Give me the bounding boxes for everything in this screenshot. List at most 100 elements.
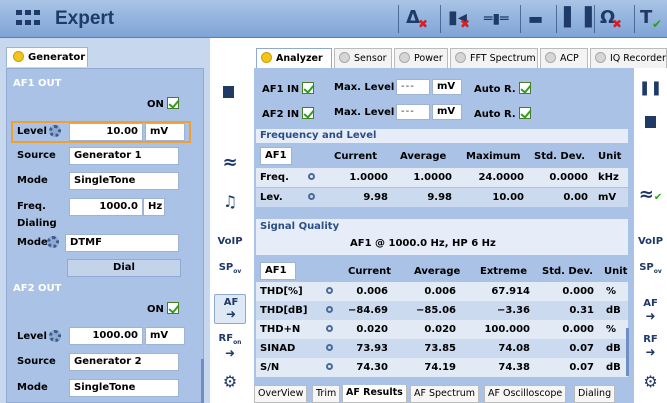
music-note-icon[interactable]: ♫ xyxy=(214,192,246,211)
checkbox-icon[interactable] xyxy=(302,107,315,119)
delta-x-icon[interactable]: Δ ✖ xyxy=(406,7,434,31)
max-level-unit[interactable]: mV xyxy=(432,104,462,120)
max-level-unit[interactable]: mV xyxy=(432,79,462,95)
auto-range-toggle[interactable]: Auto R. xyxy=(474,82,531,95)
gear-icon[interactable] xyxy=(49,330,61,342)
tab-trim[interactable]: Trim xyxy=(312,385,341,403)
voip-icon[interactable]: VoIP xyxy=(634,236,667,247)
mode2-select[interactable]: SingleTone xyxy=(69,379,179,397)
mode-select[interactable]: SingleTone xyxy=(69,172,179,190)
level-unit[interactable]: mV xyxy=(145,123,185,141)
tc-icon[interactable]: T ✔ xyxy=(640,7,667,31)
level2-input[interactable]: 1000.00 xyxy=(69,327,143,345)
freq-level-channel-select[interactable]: AF1 xyxy=(260,147,292,165)
level2-unit[interactable]: mV xyxy=(145,327,185,345)
tab-af-oscilloscope[interactable]: AF Oscilloscope xyxy=(484,385,567,403)
freq-input[interactable]: 1000.0 xyxy=(69,198,143,216)
signal-quality-channel-select[interactable]: AF1 xyxy=(260,262,296,280)
max-level-input[interactable]: --- xyxy=(396,79,430,95)
tab-fft-spectrum[interactable]: FFT Spectrum xyxy=(450,48,538,68)
checkbox-icon[interactable] xyxy=(302,82,315,94)
row-label: THD[dB] xyxy=(260,305,308,316)
cell-average: 73.85 xyxy=(424,343,456,354)
tab-iq-recorder[interactable]: IQ Recorder xyxy=(590,48,667,68)
cell-current: −84.69 xyxy=(347,305,388,316)
rf-label: RF xyxy=(218,333,234,344)
reset-icon[interactable] xyxy=(326,325,333,332)
column-header: Current xyxy=(334,151,378,162)
af-icon[interactable]: AF ➜ xyxy=(634,298,667,323)
cell-std-dev: 0.000 xyxy=(562,324,594,335)
scrollbar[interactable] xyxy=(201,359,204,403)
wave-icon[interactable]: ≈ xyxy=(214,152,246,173)
af2-in-toggle[interactable]: AF2 IN xyxy=(262,107,315,120)
cell-extreme: 100.000 xyxy=(484,324,530,335)
wave-check-icon[interactable]: ≈✔ xyxy=(634,184,667,205)
generator-side-toolbar: ≈ ♫ VoIP SPov AF ➜ RFon ➜ ⚙ xyxy=(212,38,248,403)
checkbox-icon[interactable] xyxy=(166,302,179,314)
table-row: SINAD 73.93 73.85 74.08 0.07 dB xyxy=(256,339,628,358)
voip-icon[interactable]: VoIP xyxy=(214,236,246,247)
tab-af-results[interactable]: AF Results xyxy=(342,385,407,403)
cell-current: 73.93 xyxy=(356,343,388,354)
tab-label: Analyzer xyxy=(276,53,323,64)
folder-icon[interactable]: ▬ xyxy=(528,9,548,33)
row-label: SINAD xyxy=(260,343,296,354)
pause-icon[interactable]: ❚❚ xyxy=(634,80,667,96)
tab-sensor[interactable]: Sensor xyxy=(334,48,392,68)
gear-icon[interactable] xyxy=(49,125,61,137)
stop-icon[interactable] xyxy=(223,86,234,98)
af1-in-toggle[interactable]: AF1 IN xyxy=(262,82,315,95)
tab-power[interactable]: Power xyxy=(394,48,448,68)
stop-icon[interactable] xyxy=(645,116,656,128)
tab-analyzer[interactable]: Analyzer xyxy=(256,48,332,68)
dial-button[interactable]: Dial xyxy=(67,259,181,277)
sp-icon[interactable]: SPov xyxy=(634,262,667,275)
freq-unit[interactable]: Hz xyxy=(143,198,165,216)
slider-icon[interactable]: ═▮═ xyxy=(484,11,514,35)
sp-icon[interactable]: SPov xyxy=(214,262,246,275)
tab-dialing[interactable]: Dialing xyxy=(574,385,616,403)
tab-af-spectrum[interactable]: AF Spectrum xyxy=(410,385,480,403)
af-icon[interactable]: AF ➜ xyxy=(214,294,246,324)
settings-gears-icon[interactable]: ⚙ xyxy=(634,372,667,391)
generator-panel: Generator AF1 OUT ON Level 10.00 mV Sour… xyxy=(0,38,210,403)
column-header: Average xyxy=(414,266,461,277)
reset-icon[interactable] xyxy=(326,363,333,370)
ohm-icon[interactable]: Ω ✖ xyxy=(600,7,628,31)
af2-on-toggle[interactable]: ON xyxy=(147,302,179,315)
columns-icon[interactable]: ▌▐ xyxy=(564,7,592,31)
arrow-icon: ➜ xyxy=(225,307,237,321)
cell-current: 0.020 xyxy=(356,324,388,335)
scrollbar[interactable] xyxy=(626,328,629,376)
gear-icon[interactable] xyxy=(47,236,59,248)
reset-icon[interactable] xyxy=(326,287,333,294)
checkbox-icon[interactable] xyxy=(518,107,531,119)
cell-maximum: 24.0000 xyxy=(478,172,524,183)
af1-on-toggle[interactable]: ON xyxy=(147,97,179,110)
rf-icon[interactable]: RFon ➜ xyxy=(214,333,246,360)
cell-average: 0.006 xyxy=(424,286,456,297)
reset-icon[interactable] xyxy=(326,306,333,313)
tab-label: Generator xyxy=(28,52,86,63)
column-header: Unit xyxy=(598,151,622,162)
source-select[interactable]: Generator 1 xyxy=(69,147,179,165)
max-level-input[interactable]: --- xyxy=(396,104,430,120)
checkbox-icon[interactable] xyxy=(166,97,179,109)
tab-acp[interactable]: ACP xyxy=(540,48,588,68)
rf-icon[interactable]: RF ➜ xyxy=(634,334,667,359)
tab-overview[interactable]: OverView xyxy=(254,385,308,403)
reset-icon[interactable] xyxy=(308,193,315,200)
dial-mode-select[interactable]: DTMF xyxy=(65,234,179,252)
level-input[interactable]: 10.00 xyxy=(69,123,143,141)
source2-select[interactable]: Generator 2 xyxy=(69,353,179,371)
tab-generator[interactable]: Generator xyxy=(6,47,88,67)
distortion-x-icon[interactable]: ▮◂ ✖ xyxy=(448,7,476,31)
checkbox-icon[interactable] xyxy=(518,82,531,94)
auto-range-toggle[interactable]: Auto R. xyxy=(474,107,531,120)
reset-icon[interactable] xyxy=(326,344,333,351)
settings-gears-icon[interactable]: ⚙ xyxy=(214,372,246,391)
reset-icon[interactable] xyxy=(308,173,315,180)
status-dot-icon xyxy=(339,52,350,63)
app-menu-icon[interactable] xyxy=(14,9,42,29)
